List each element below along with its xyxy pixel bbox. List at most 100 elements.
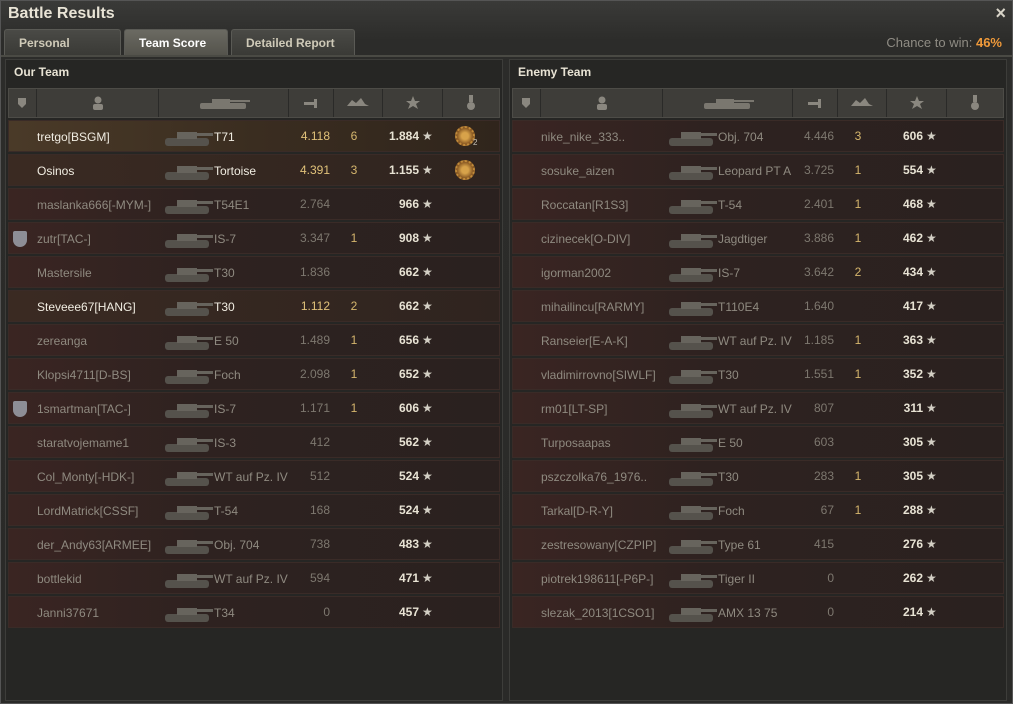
player-column-icon[interactable] bbox=[37, 89, 160, 117]
xp-value: 908 bbox=[398, 231, 419, 245]
player-row[interactable]: Janni37671 T34 0 457 ★ bbox=[8, 596, 500, 628]
player-row[interactable]: staratvojemame1 IS-3 412 562 ★ bbox=[8, 426, 500, 458]
kills-column-icon[interactable] bbox=[838, 89, 888, 117]
damage-value: 415 bbox=[813, 537, 834, 551]
close-icon[interactable]: × bbox=[995, 3, 1006, 24]
kills-value: 1 bbox=[350, 367, 358, 381]
tank-icon bbox=[163, 126, 215, 148]
player-row[interactable]: Steveee67[HANG] T30 1.112 2 662 ★ bbox=[8, 290, 500, 322]
star-icon: ★ bbox=[926, 571, 937, 585]
tab-team-score[interactable]: Team Score bbox=[124, 29, 228, 55]
damage-value: 3.886 bbox=[803, 231, 834, 245]
player-row[interactable]: vladimirrovno[SIWLF] T30 1.551 1 352 ★ bbox=[512, 358, 1004, 390]
medal-icon[interactable] bbox=[455, 126, 475, 146]
damage-value: 0 bbox=[827, 571, 834, 585]
tab-personal-score[interactable]: Personal Score bbox=[4, 29, 121, 76]
tank-column-icon[interactable] bbox=[159, 89, 289, 117]
player-row[interactable]: maslanka666[-MYM-] T54E1 2.764 966 ★ bbox=[8, 188, 500, 220]
player-row[interactable]: tretgo[BSGM] T71 4.118 6 1.884 ★ 2 bbox=[8, 120, 500, 152]
xp-column-icon[interactable] bbox=[383, 89, 444, 117]
xp-value: 352 bbox=[902, 367, 923, 381]
player-row[interactable]: 1smartman[TAC-] IS-7 1.171 1 606 ★ bbox=[8, 392, 500, 424]
tank-icon bbox=[163, 262, 215, 284]
star-icon: ★ bbox=[422, 469, 433, 483]
player-name: pszczolka76_1976.. bbox=[541, 470, 648, 484]
player-row[interactable]: cizinecek[O-DIV] Jagdtiger 3.886 1 462 ★ bbox=[512, 222, 1004, 254]
player-row[interactable]: Roccatan[R1S3] T-54 2.401 1 468 ★ bbox=[512, 188, 1004, 220]
damage-value: 3.725 bbox=[803, 163, 834, 177]
player-row[interactable]: Col_Monty[-HDK-] WT auf Pz. IV 512 524 ★ bbox=[8, 460, 500, 492]
player-row[interactable]: mihailincu[RARMY] T110E4 1.640 417 ★ bbox=[512, 290, 1004, 322]
tank-icon bbox=[163, 330, 215, 352]
player-row[interactable]: zestresowany[CZPIP] Type 61 415 276 ★ bbox=[512, 528, 1004, 560]
damage-column-icon[interactable] bbox=[793, 89, 838, 117]
player-row[interactable]: Mastersile T30 1.836 662 ★ bbox=[8, 256, 500, 288]
player-row[interactable]: bottlekid WT auf Pz. IV 594 471 ★ bbox=[8, 562, 500, 594]
player-column-icon[interactable] bbox=[541, 89, 664, 117]
tank-icon bbox=[163, 296, 215, 318]
tank-icon bbox=[163, 466, 215, 488]
medal-icon[interactable] bbox=[455, 160, 475, 180]
player-row[interactable]: Klopsi4711[D-BS] Foch 2.098 1 652 ★ bbox=[8, 358, 500, 390]
medal-column-icon[interactable] bbox=[443, 89, 499, 117]
player-row[interactable]: rm01[LT-SP] WT auf Pz. IV 807 311 ★ bbox=[512, 392, 1004, 424]
player-name: zereanga bbox=[37, 334, 88, 348]
damage-value: 1.185 bbox=[803, 333, 834, 347]
damage-value: 2.098 bbox=[299, 367, 330, 381]
tank-name: IS-7 bbox=[718, 266, 741, 280]
player-name: maslanka666[-MYM-] bbox=[37, 198, 152, 212]
damage-value: 1.640 bbox=[803, 299, 834, 313]
player-row[interactable]: Ranseier[E-A-K] WT auf Pz. IV 1.185 1 363 ★ bbox=[512, 324, 1004, 356]
player-name: vladimirrovno[SIWLF] bbox=[541, 368, 656, 382]
tab-detailed-report[interactable]: Detailed Report bbox=[231, 29, 355, 55]
our-team-header bbox=[8, 88, 500, 118]
tank-name: Obj. 704 bbox=[718, 130, 764, 144]
star-icon: ★ bbox=[422, 163, 433, 177]
star-icon: ★ bbox=[926, 231, 937, 245]
star-icon: ★ bbox=[926, 299, 937, 313]
xp-value: 562 bbox=[398, 435, 419, 449]
player-row[interactable]: zereanga E 50 1.489 1 656 ★ bbox=[8, 324, 500, 356]
tank-icon bbox=[667, 432, 719, 454]
player-name: rm01[LT-SP] bbox=[541, 402, 608, 416]
player-row[interactable]: LordMatrick[CSSF] T-54 168 524 ★ bbox=[8, 494, 500, 526]
damage-value: 3.347 bbox=[299, 231, 330, 245]
platoon-shield-icon bbox=[13, 231, 27, 247]
player-row[interactable]: nike_nike_333.. Obj. 704 4.446 3 606 ★ bbox=[512, 120, 1004, 152]
tank-name: T110E4 bbox=[718, 300, 760, 314]
damage-value: 603 bbox=[813, 435, 834, 449]
tank-name: WT auf Pz. IV bbox=[214, 572, 288, 586]
tank-icon bbox=[163, 160, 215, 182]
tank-icon bbox=[667, 568, 719, 590]
tank-column-icon[interactable] bbox=[663, 89, 793, 117]
player-row[interactable]: sosuke_aizen Leopard PT A 3.725 1 554 ★ bbox=[512, 154, 1004, 186]
player-name: bottlekid bbox=[37, 572, 82, 586]
tank-icon bbox=[667, 466, 719, 488]
xp-value: 471 bbox=[398, 571, 419, 585]
xp-column-icon[interactable] bbox=[887, 89, 948, 117]
tank-name: Obj. 704 bbox=[214, 538, 260, 552]
player-row[interactable]: igorman2002 IS-7 3.642 2 434 ★ bbox=[512, 256, 1004, 288]
kills-column-icon[interactable] bbox=[334, 89, 384, 117]
player-row[interactable]: zutr[TAC-] IS-7 3.347 1 908 ★ bbox=[8, 222, 500, 254]
damage-column-icon[interactable] bbox=[289, 89, 334, 117]
player-name: mihailincu[RARMY] bbox=[541, 300, 645, 314]
kills-value: 2 bbox=[350, 299, 358, 313]
xp-value: 662 bbox=[398, 299, 419, 313]
player-row[interactable]: der_Andy63[ARMEE] Obj. 704 738 483 ★ bbox=[8, 528, 500, 560]
star-icon: ★ bbox=[422, 265, 433, 279]
player-row[interactable]: piotrek198611[-P6P-] Tiger II 0 262 ★ bbox=[512, 562, 1004, 594]
player-name: 1smartman[TAC-] bbox=[37, 402, 131, 416]
platoon-column-icon[interactable] bbox=[9, 89, 37, 117]
medal-column-icon[interactable] bbox=[947, 89, 1003, 117]
player-row[interactable]: slezak_2013[1CSO1] AMX 13 75 0 214 ★ bbox=[512, 596, 1004, 628]
player-row[interactable]: Osinos Tortoise 4.391 3 1.155 ★ bbox=[8, 154, 500, 186]
damage-value: 412 bbox=[309, 435, 330, 449]
platoon-column-icon[interactable] bbox=[513, 89, 541, 117]
player-row[interactable]: Tarkal[D-R-Y] Foch 67 1 288 ★ bbox=[512, 494, 1004, 526]
player-row[interactable]: Turposaapas E 50 603 305 ★ bbox=[512, 426, 1004, 458]
enemy-team-header bbox=[512, 88, 1004, 118]
player-row[interactable]: pszczolka76_1976.. T30 283 1 305 ★ bbox=[512, 460, 1004, 492]
xp-value: 966 bbox=[398, 197, 419, 211]
tank-name: T30 bbox=[214, 300, 235, 314]
